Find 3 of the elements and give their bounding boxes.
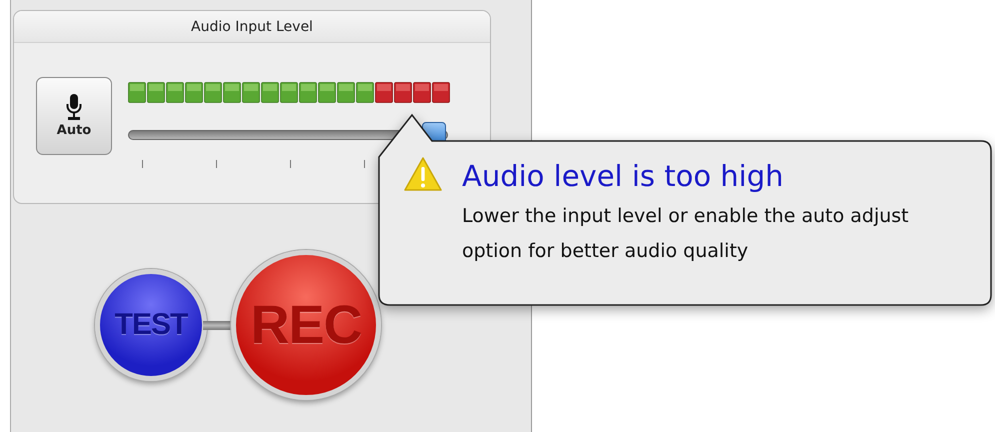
- tooltip-message: Lower the input level or enable the auto adjust option for better audio quality: [462, 204, 910, 264]
- panel-title: Audio Input Level: [191, 18, 313, 34]
- tooltip-title: Audio level is too high: [462, 159, 785, 193]
